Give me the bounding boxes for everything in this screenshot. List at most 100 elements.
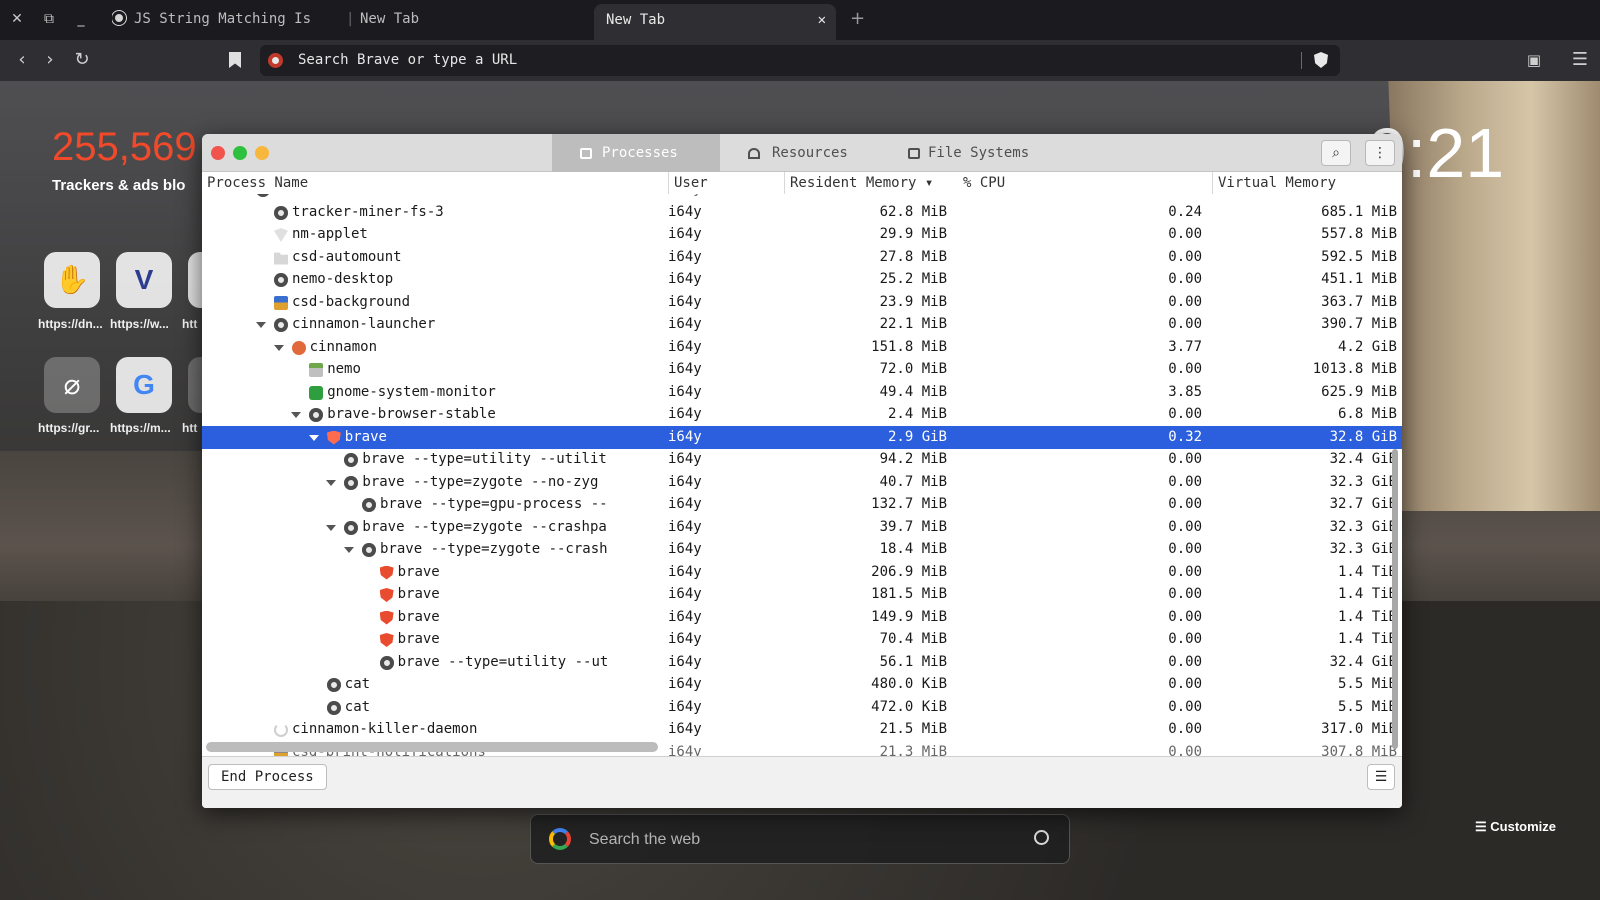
search-button[interactable]: ⌕ bbox=[1321, 140, 1351, 166]
top-site-tile[interactable] bbox=[188, 252, 202, 308]
process-resident-memory: 2.9 GiB bbox=[887, 428, 947, 445]
process-row[interactable]: tracker-miner-fs-3 i64y 62.8 MiB 0.24 685.1 … bbox=[202, 201, 1402, 224]
process-name: cat bbox=[344, 698, 371, 715]
expand-arrow-icon[interactable] bbox=[326, 524, 337, 531]
expand-arrow-icon[interactable] bbox=[344, 547, 354, 553]
process-name: nm-applet bbox=[292, 226, 368, 242]
process-row[interactable]: cinnamon-killer-daemon i64y 21.5 MiB 0.00 31… bbox=[202, 718, 1402, 741]
expand-arrow-icon[interactable] bbox=[326, 479, 337, 486]
address-bar[interactable]: Search Brave or type a URL bbox=[260, 45, 1340, 76]
process-resident-memory: 21.5 MiB bbox=[879, 721, 947, 737]
top-site-label: htt bbox=[182, 317, 198, 331]
process-resident-memory: 49.4 MiB bbox=[879, 383, 947, 400]
process-row[interactable]: nm-applet i64y 29.9 MiB 0.00 557.8 MiB bbox=[202, 223, 1402, 246]
expand-arrow-icon[interactable] bbox=[291, 412, 302, 418]
tab-close-icon[interactable]: ✕ bbox=[818, 4, 826, 36]
tab-new-tab-active[interactable]: New Tab ✕ bbox=[594, 4, 836, 40]
process-row[interactable]: brave --type=gpu-process -- i64y 132.7 MiB… bbox=[202, 493, 1402, 516]
reload-icon[interactable]: ↻ bbox=[70, 48, 94, 72]
process-row[interactable]: cat i64y 480.0 KiB 0.00 5.5 MiB bbox=[202, 673, 1402, 696]
process-row[interactable]: brave i64y 2.9 GiB 0.32 32.8 GiB bbox=[202, 425, 1402, 449]
wallet-icon[interactable]: ▣ bbox=[1522, 48, 1546, 72]
tab-file-systems[interactable]: File Systems bbox=[880, 134, 1060, 172]
process-cpu: 0.00 bbox=[1168, 676, 1202, 692]
process-name: tracker-miner-fs-3 bbox=[292, 203, 444, 220]
forward-icon[interactable]: › bbox=[38, 48, 62, 72]
top-site-tile[interactable]: ✋ bbox=[44, 252, 100, 308]
process-row[interactable]: cat i64y 472.0 KiB 0.00 5.5 MiB bbox=[202, 696, 1402, 719]
list-icon bbox=[580, 148, 592, 159]
web-search-box[interactable]: Search the web bbox=[530, 814, 1070, 864]
bookmark-icon[interactable] bbox=[229, 52, 241, 68]
process-row[interactable]: csd-automount i64y 27.8 MiB 0.00 592.5 MiB bbox=[202, 246, 1402, 269]
gear-icon bbox=[379, 655, 394, 670]
brave-shield-icon[interactable] bbox=[1314, 52, 1328, 68]
process-row[interactable]: brave i64y 206.9 MiB 0.00 1.4 TiB bbox=[202, 561, 1402, 584]
minimize-icon[interactable]: _ bbox=[70, 8, 92, 30]
process-resident-memory: 56.1 MiB bbox=[879, 653, 947, 670]
folder-icon bbox=[274, 252, 288, 265]
process-row[interactable]: brave --type=utility --utilit i64y 94.2 Mi… bbox=[202, 448, 1402, 471]
process-row[interactable]: nemo i64y 72.0 MiB 0.00 1013.8 MiB bbox=[202, 358, 1402, 381]
search-icon[interactable] bbox=[1034, 830, 1049, 845]
column-header-virtual-memory[interactable]: Virtual Memory bbox=[1212, 172, 1402, 194]
process-virtual-memory: 5.5 MiB bbox=[1337, 698, 1397, 715]
process-row[interactable]: brave i64y 181.5 MiB 0.00 1.4 TiB bbox=[202, 583, 1402, 606]
process-virtual-memory: 32.4 GiB bbox=[1329, 653, 1397, 670]
address-bar-placeholder: Search Brave or type a URL bbox=[298, 52, 518, 68]
tab-new-tab[interactable]: New Tab bbox=[360, 0, 560, 40]
end-process-button[interactable]: End Process bbox=[208, 764, 327, 790]
tab-resources[interactable]: Resources bbox=[720, 134, 880, 172]
window-minimize-button[interactable] bbox=[255, 146, 269, 160]
hamburger-menu-icon[interactable]: ☰ bbox=[1568, 48, 1592, 72]
window-maximize-button[interactable] bbox=[233, 146, 247, 160]
process-user: i64y bbox=[668, 451, 702, 467]
back-icon[interactable]: ‹ bbox=[10, 48, 34, 72]
column-header-user[interactable]: User bbox=[668, 172, 784, 194]
process-row[interactable]: csd-background i64y 23.9 MiB 0.00 363.7 MiB bbox=[202, 291, 1402, 314]
top-site-tile[interactable]: G bbox=[116, 357, 172, 413]
process-row[interactable]: brave --type=zygote --crashpa i64y 39.7 Mi… bbox=[202, 516, 1402, 539]
process-cpu: 0.00 bbox=[1168, 248, 1202, 265]
expand-arrow-icon[interactable] bbox=[308, 434, 319, 441]
process-name-cell: brave --type=zygote --crash bbox=[202, 538, 662, 561]
process-cpu: 3.77 bbox=[1168, 338, 1202, 355]
process-row[interactable]: brave i64y 149.9 MiB 0.00 1.4 TiB bbox=[202, 606, 1402, 629]
process-row[interactable]: cinnamon-launcher i64y 22.1 MiB 0.00 390.7 M… bbox=[202, 313, 1402, 336]
tab-js-string-matching[interactable]: JS String Matching Is bbox=[112, 0, 336, 40]
expand-arrow-icon[interactable] bbox=[273, 344, 284, 351]
process-user: i64y bbox=[668, 271, 702, 287]
column-header-cpu[interactable]: % CPU bbox=[958, 172, 1212, 194]
more-options-button[interactable]: ⋮ bbox=[1365, 140, 1395, 166]
process-row[interactable]: brave --type=zygote --crash i64y 18.4 MiB 0… bbox=[202, 538, 1402, 561]
column-header-process-name[interactable]: Process Name bbox=[202, 172, 668, 194]
process-row[interactable]: cinnamon i64y 151.8 MiB 3.77 4.2 GiB bbox=[202, 336, 1402, 359]
customize-button[interactable]: ☰ Customize bbox=[1475, 819, 1556, 835]
columns-menu-button[interactable]: ☰ bbox=[1367, 764, 1395, 790]
top-site-tile[interactable]: V bbox=[116, 252, 172, 308]
top-site-tile[interactable] bbox=[188, 357, 202, 413]
process-row[interactable]: brave-browser-stable i64y 2.4 MiB 0.00 6.8 M… bbox=[202, 403, 1402, 426]
process-resident-memory: 181.5 MiB bbox=[871, 586, 947, 602]
restore-icon[interactable]: ⧉ bbox=[38, 8, 60, 30]
horizontal-scrollbar[interactable] bbox=[206, 742, 658, 752]
expand-arrow-icon[interactable] bbox=[256, 322, 266, 328]
vertical-scrollbar[interactable] bbox=[1392, 449, 1398, 749]
new-tab-button[interactable]: + bbox=[850, 8, 865, 30]
close-icon[interactable]: ✕ bbox=[6, 8, 28, 30]
top-site-tile[interactable]: ⌀ bbox=[44, 357, 100, 413]
process-row[interactable]: gnome-system-monitor i64y 49.4 MiB 3.85 625.… bbox=[202, 381, 1402, 404]
process-name-cell: cat bbox=[202, 696, 662, 719]
process-row[interactable]: brave i64y 70.4 MiB 0.00 1.4 TiB bbox=[202, 628, 1402, 651]
process-virtual-memory: 32.3 GiB bbox=[1329, 518, 1397, 535]
window-close-button[interactable] bbox=[211, 146, 225, 160]
column-header-resident-memory[interactable]: Resident Memory ▾ bbox=[784, 172, 958, 194]
process-name: brave bbox=[397, 563, 440, 580]
process-resident-memory: 40.7 MiB bbox=[879, 473, 947, 490]
process-resident-memory: 70.4 MiB bbox=[879, 631, 947, 647]
process-row[interactable]: brave --type=utility --ut i64y 56.1 MiB 0.0… bbox=[202, 651, 1402, 674]
tab-processes[interactable]: Processes bbox=[552, 134, 720, 172]
process-name: brave bbox=[397, 631, 440, 647]
process-row[interactable]: brave --type=zygote --no-zyg i64y 40.7 MiB… bbox=[202, 471, 1402, 494]
process-row[interactable]: nemo-desktop i64y 25.2 MiB 0.00 451.1 MiB bbox=[202, 268, 1402, 291]
